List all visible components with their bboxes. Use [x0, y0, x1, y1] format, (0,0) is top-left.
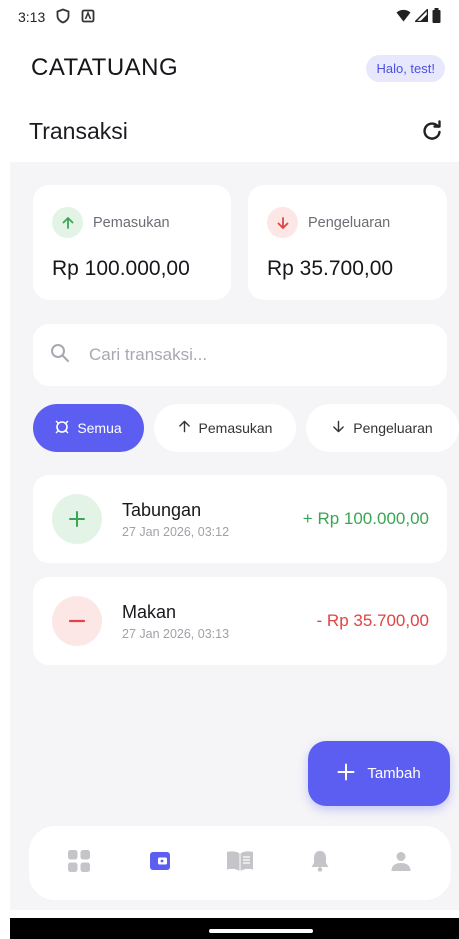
gesture-bar: [10, 918, 459, 939]
search-input[interactable]: [89, 345, 389, 365]
status-bar: 3:13: [0, 0, 459, 34]
arrow-up-icon: [52, 207, 83, 238]
transaction-item[interactable]: Tabungan 27 Jan 2026, 03:12 + Rp 100.000…: [33, 475, 447, 563]
transaction-info: Makan 27 Jan 2026, 03:13: [122, 602, 229, 641]
status-left: 3:13: [18, 8, 95, 27]
wallet-icon: [148, 849, 172, 878]
refresh-icon[interactable]: [419, 118, 445, 144]
wifi-icon: [396, 9, 411, 25]
filter-chip-expense-label: Pengeluaran: [353, 420, 433, 436]
add-transaction-label: Tambah: [367, 765, 421, 782]
signal-icon: [413, 7, 429, 25]
content-area: Pemasukan Rp 100.000,00 Pengeluaran Rp 3…: [10, 162, 459, 910]
search-box[interactable]: [33, 324, 447, 386]
transaction-name: Makan: [122, 601, 177, 622]
transaction-date: 27 Jan 2026, 03:13: [122, 626, 230, 641]
home-gesture-handle[interactable]: [209, 929, 313, 933]
plus-icon: [337, 763, 355, 785]
dashboard-icon: [67, 849, 91, 878]
page-title: Transaksi: [29, 117, 128, 144]
income-summary-header: Pemasukan: [52, 207, 231, 238]
transaction-info: Tabungan 27 Jan 2026, 03:12: [122, 500, 229, 539]
app-header: CATATUANG Halo, test!: [0, 44, 459, 92]
arrow-down-icon: [332, 420, 345, 436]
expense-summary-header: Pengeluaran: [267, 207, 447, 238]
all-filter-icon: [55, 420, 69, 437]
arrow-down-icon: [267, 207, 298, 238]
search-icon: [50, 343, 70, 368]
expense-summary-amount: Rp 35.700,00: [267, 257, 394, 280]
expense-summary-label: Pengeluaran: [308, 214, 391, 231]
battery-icon: [432, 8, 441, 26]
filter-chip-expense[interactable]: Pengeluaran: [306, 404, 459, 452]
nav-item-book[interactable]: [220, 843, 260, 883]
status-right: [396, 7, 441, 26]
status-time: 3:13: [18, 9, 46, 25]
notification-icon: [81, 9, 95, 26]
bell-icon: [310, 850, 330, 877]
app-title: CATATUANG: [31, 54, 179, 81]
income-summary-amount: Rp 100.000,00: [52, 257, 190, 280]
plus-icon: [52, 494, 102, 544]
shield-icon: [55, 8, 71, 27]
transaction-name: Tabungan: [122, 499, 202, 520]
nav-item-dashboard[interactable]: [59, 843, 99, 883]
income-summary-card: Pemasukan Rp 100.000,00: [33, 185, 231, 300]
greeting-badge: Halo, test!: [366, 54, 445, 82]
person-icon: [390, 850, 412, 877]
transaction-date: 27 Jan 2026, 03:12: [122, 524, 230, 539]
book-icon: [226, 849, 254, 878]
page-title-row: Transaksi: [0, 108, 459, 154]
transaction-amount: - Rp 35.700,00: [316, 611, 429, 630]
bottom-nav: [29, 826, 451, 900]
filter-chip-all[interactable]: Semua: [33, 404, 144, 452]
filter-chip-all-label: Semua: [77, 420, 122, 436]
filter-chip-income-label: Pemasukan: [198, 420, 273, 436]
nav-item-profile[interactable]: [381, 843, 421, 883]
income-summary-label: Pemasukan: [93, 214, 170, 231]
transaction-amount: + Rp 100.000,00: [302, 509, 429, 528]
arrow-up-icon: [178, 420, 191, 436]
add-transaction-button[interactable]: Tambah: [308, 741, 450, 806]
transaction-item[interactable]: Makan 27 Jan 2026, 03:13 - Rp 35.700,00: [33, 577, 447, 665]
filter-chip-income[interactable]: Pemasukan: [154, 404, 296, 452]
nav-item-notifications[interactable]: [300, 843, 340, 883]
minus-icon: [52, 596, 102, 646]
nav-item-wallet[interactable]: [140, 843, 180, 883]
expense-summary-card: Pengeluaran Rp 35.700,00: [248, 185, 447, 300]
